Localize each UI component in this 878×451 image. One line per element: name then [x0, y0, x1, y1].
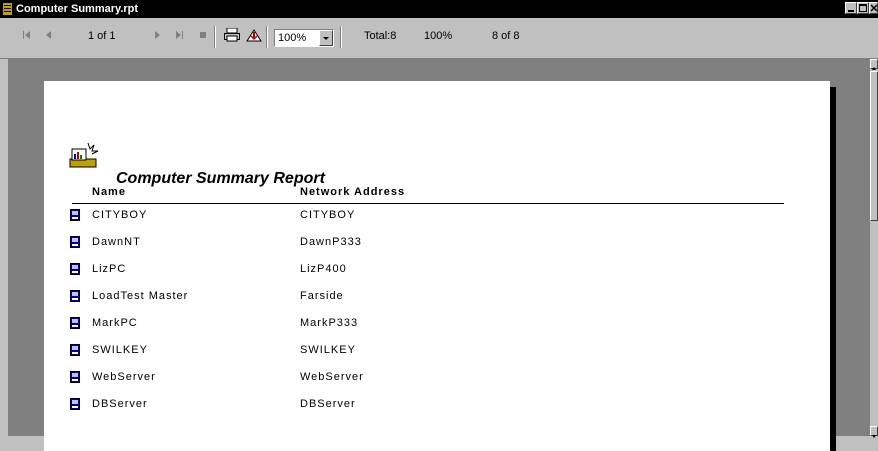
- computer-icon: [70, 398, 80, 410]
- maximize-icon: [859, 4, 867, 12]
- scrollbar-thumb[interactable]: [870, 71, 878, 221]
- vertical-scrollbar[interactable]: [870, 59, 878, 438]
- zoom-value: 100%: [278, 32, 307, 44]
- zoom-dropdown-button[interactable]: [319, 30, 333, 46]
- stop-icon[interactable]: [198, 30, 208, 40]
- minimize-icon: [848, 10, 854, 12]
- table-row: LizPC LizP400: [66, 262, 766, 278]
- window-title: Computer Summary.rpt: [16, 3, 139, 15]
- toolbar-separator: [214, 26, 216, 48]
- report-title: Computer Summary Report: [116, 170, 325, 187]
- next-page-icon[interactable]: [152, 30, 162, 40]
- records-indicator: 8 of 8: [492, 30, 520, 42]
- network-address: DawnP333: [300, 236, 362, 248]
- table-row: SWILKEY SWILKEY: [66, 343, 766, 359]
- network-address: WebServer: [300, 371, 364, 383]
- computer-name: DawnNT: [92, 236, 141, 248]
- computer-icon: [70, 290, 80, 302]
- computer-name: CITYBOY: [92, 209, 148, 221]
- scroll-up-button[interactable]: [870, 59, 878, 70]
- computer-name: LizPC: [92, 263, 127, 275]
- column-header-name: Name: [92, 186, 126, 198]
- table-row: MarkPC MarkP333: [66, 316, 766, 332]
- table-row: DawnNT DawnP333: [66, 235, 766, 251]
- header-divider: [72, 203, 784, 204]
- report-toolbar: 1 of 1 100% Total:8 100% 8 of 8: [0, 18, 878, 59]
- chevron-down-icon: [323, 37, 329, 40]
- computer-name: LoadTest Master: [92, 290, 189, 302]
- export-icon[interactable]: [246, 28, 262, 42]
- zoom-select[interactable]: 100%: [274, 29, 334, 47]
- arrow-down-icon: [872, 435, 876, 438]
- total-count: Total:8: [364, 30, 397, 42]
- first-page-icon[interactable]: [22, 30, 32, 40]
- previous-page-icon[interactable]: [44, 30, 54, 40]
- network-address: LizP400: [300, 263, 347, 275]
- toolbar-separator: [266, 26, 268, 48]
- left-frame: [0, 59, 8, 436]
- minimize-button[interactable]: [845, 2, 857, 14]
- computer-icon: [70, 344, 80, 356]
- table-row: CITYBOY CITYBOY: [66, 208, 766, 224]
- report-app-icon: [3, 3, 12, 15]
- computer-name: SWILKEY: [92, 344, 148, 356]
- title-bar: Computer Summary.rpt: [0, 0, 878, 18]
- computer-name: MarkPC: [92, 317, 138, 329]
- table-row: WebServer WebServer: [66, 370, 766, 386]
- computer-icon: [70, 209, 80, 221]
- table-row: DBServer DBServer: [66, 397, 766, 413]
- table-row: LoadTest Master Farside: [66, 289, 766, 305]
- network-address: SWILKEY: [300, 344, 356, 356]
- column-header-network-address: Network Address: [300, 186, 406, 198]
- network-address: MarkP333: [300, 317, 359, 329]
- computer-icon: [70, 371, 80, 383]
- scroll-down-button[interactable]: [870, 426, 878, 438]
- toolbar-separator: [340, 26, 342, 48]
- report-logo-icon: [69, 142, 99, 168]
- computer-icon: [70, 263, 80, 275]
- network-address: Farside: [300, 290, 344, 302]
- computer-icon: [70, 317, 80, 329]
- network-address: DBServer: [300, 398, 356, 410]
- percent-indicator: 100%: [424, 30, 453, 42]
- report-page: Computer Summary Report Name Network Add…: [44, 81, 830, 451]
- last-page-icon[interactable]: [174, 30, 184, 40]
- print-icon[interactable]: [224, 28, 240, 42]
- page-indicator: 1 of 1: [88, 30, 116, 42]
- maximize-button[interactable]: [857, 2, 869, 14]
- computer-name: WebServer: [92, 371, 156, 383]
- computer-icon: [70, 236, 80, 248]
- network-address: CITYBOY: [300, 209, 356, 221]
- close-button[interactable]: [869, 2, 878, 14]
- close-icon: [870, 4, 878, 12]
- report-viewport[interactable]: Computer Summary Report Name Network Add…: [8, 59, 870, 451]
- computer-name: DBServer: [92, 398, 148, 410]
